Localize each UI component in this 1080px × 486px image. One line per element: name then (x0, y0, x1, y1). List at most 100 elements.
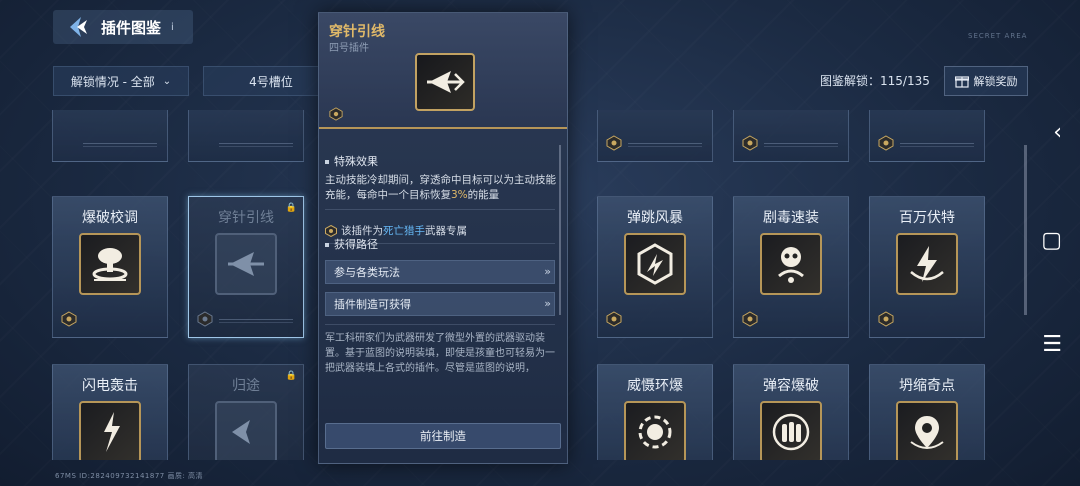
card-name: 弹容爆破 (763, 378, 819, 394)
page-header: 插件图鉴 i (53, 10, 193, 44)
plugin-card[interactable] (188, 110, 304, 162)
system-menu-icon[interactable]: ☰ (1042, 332, 1062, 357)
card-deco-line (900, 143, 974, 147)
plugin-card[interactable] (869, 110, 985, 162)
plugin-icon-frame (760, 233, 822, 295)
card-deco-line (83, 143, 157, 147)
poison-icon (778, 247, 804, 283)
plugin-card-baopo-jiaotiao[interactable]: 爆破校调 (52, 196, 168, 338)
lightning-icon (910, 246, 944, 282)
plugin-icon-frame (896, 401, 958, 460)
popup-plugin-icon-frame (415, 53, 475, 111)
source-path-button-crafting[interactable]: 插件制造可获得 » (325, 292, 555, 316)
explosion-icon (92, 248, 128, 281)
plugin-badge-icon (742, 311, 758, 327)
thunder-strike-icon (104, 412, 120, 452)
section-source-heading: 获得路径 (325, 236, 378, 252)
plugin-icon-frame (79, 233, 141, 295)
divider (325, 209, 555, 210)
plugin-icon-frame (79, 401, 141, 460)
plugin-card[interactable] (597, 110, 713, 162)
double-chevron-right-icon: » (544, 297, 551, 310)
system-home-icon[interactable]: ▢ (1041, 228, 1062, 253)
popup-title: 穿针引线 (329, 24, 385, 40)
exclusive-weapon-name[interactable]: 死亡猎手 (383, 223, 425, 238)
section-effect-heading: 特殊效果 (325, 153, 378, 169)
plugin-icon-frame (215, 233, 277, 295)
decorative-label: SECRET AREA (968, 32, 1028, 40)
ammo-burst-icon (772, 413, 810, 451)
system-back-icon[interactable]: ‹ (1053, 120, 1062, 145)
plugin-card-shandian-hongji[interactable]: 闪电轰击 (52, 364, 168, 460)
go-craft-label: 前往制造 (420, 429, 466, 443)
plugin-detail-popup: 穿针引线 四号插件 特殊效果 主动技能冷却期间，穿透命中目标可以为主动技能充能，… (318, 12, 568, 464)
unlock-filter-label: 解锁情况 - 全部 (70, 74, 155, 89)
plugin-card-baiwan-fute[interactable]: 百万伏特 (869, 196, 985, 338)
unlock-progress: 图鉴解锁：115/135 (820, 74, 930, 88)
popup-header: 穿针引线 四号插件 (319, 13, 567, 129)
card-name: 弹跳风暴 (627, 210, 683, 226)
back-arrow-icon[interactable] (65, 14, 91, 40)
plugin-badge-icon (878, 135, 894, 151)
plugin-badge-icon (197, 311, 213, 327)
plugin-card[interactable] (52, 110, 168, 162)
ring-blast-icon (638, 415, 672, 449)
singularity-icon (910, 416, 944, 449)
effect-text-part2: 的能量 (467, 189, 500, 201)
arrow-pierce-icon (228, 252, 264, 276)
plugin-card-tantiao-fengbao[interactable]: 弹跳风暴 (597, 196, 713, 338)
chevron-down-icon: ⌄ (162, 75, 172, 87)
arrow-pierce-icon (427, 71, 465, 93)
return-arrow-icon (232, 420, 250, 444)
effect-highlight-value: 3% (451, 189, 468, 201)
card-name: 剧毒速装 (763, 210, 819, 226)
info-icon[interactable]: i (171, 22, 174, 33)
plugin-badge-icon (329, 107, 343, 121)
card-name: 百万伏特 (899, 210, 955, 226)
plugin-card-tansuo-qidian[interactable]: 坍缩奇点 (869, 364, 985, 460)
card-name: 爆破校调 (82, 210, 138, 226)
effect-text-part1: 主动技能冷却期间，穿透命中目标可以为主动技能充能，每命中一个目标恢复 (325, 174, 556, 201)
source-path-label: 参与各类玩法 (334, 266, 400, 279)
plugin-badge-icon (61, 311, 77, 327)
plugin-icon-frame (624, 233, 686, 295)
source-path-button-gameplay[interactable]: 参与各类玩法 » (325, 260, 555, 284)
popup-scrollbar[interactable] (559, 145, 561, 315)
card-name: 坍缩奇点 (899, 378, 955, 394)
go-craft-button[interactable]: 前往制造 (325, 423, 561, 449)
exclusive-badge-icon (325, 224, 337, 237)
status-bar: 67MS ID:282409732141877 画质: 高清 (55, 472, 204, 480)
card-deco-line (628, 143, 702, 147)
card-name: 威慑环爆 (627, 378, 683, 394)
unlock-reward-label: 解锁奖励 (973, 75, 1018, 88)
bounce-storm-icon (637, 243, 673, 285)
card-name: 穿针引线 (218, 210, 274, 226)
popup-subtitle: 四号插件 (329, 43, 369, 54)
plugin-card-chuanzhen-yinxian[interactable]: 🔒 穿针引线 (188, 196, 304, 338)
card-deco-line (219, 143, 293, 147)
lore-text: 军工科研家们为武器研发了微型外置的武器驱动装置。基于蓝图的说明装填，即使是孩童也… (325, 333, 555, 374)
plugin-badge-icon (606, 311, 622, 327)
effect-description: 主动技能冷却期间，穿透命中目标可以为主动技能充能，每命中一个目标恢复3%的能量 (325, 173, 561, 203)
unlock-reward-button[interactable]: 解锁奖励 (944, 66, 1028, 96)
plugin-card-weishe-huanbao[interactable]: 威慑环爆 (597, 364, 713, 460)
plugin-badge-icon (742, 135, 758, 151)
card-deco-line (764, 143, 838, 147)
card-name: 闪电轰击 (82, 378, 138, 394)
exclusive-suffix: 武器专属 (425, 225, 467, 237)
double-chevron-right-icon: » (544, 265, 551, 278)
source-path-label: 插件制造可获得 (334, 298, 411, 311)
plugin-card[interactable] (733, 110, 849, 162)
gift-icon (954, 76, 969, 88)
plugin-icon-frame (760, 401, 822, 460)
plugin-icon-frame (896, 233, 958, 295)
plugin-icon-frame (215, 401, 277, 460)
slot-filter-label: 4号槽位 (249, 74, 293, 89)
plugin-badge-icon (606, 135, 622, 151)
unlock-filter-dropdown[interactable]: 解锁情况 - 全部 ⌄ (53, 66, 189, 96)
plugin-card-judu-suzhuang[interactable]: 剧毒速装 (733, 196, 849, 338)
plugin-card-guitu[interactable]: 🔒 归途 (188, 364, 304, 460)
card-name: 归途 (232, 378, 260, 394)
plugin-card-danrong-baopo[interactable]: 弹容爆破 (733, 364, 849, 460)
plugin-icon-frame (624, 401, 686, 460)
